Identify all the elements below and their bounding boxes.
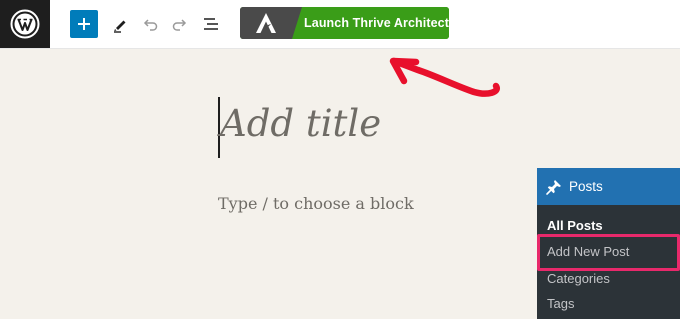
thrive-architect-logo-icon [240,7,302,39]
submenu-all-posts[interactable]: All Posts [547,218,603,233]
list-view-button[interactable] [199,12,223,36]
editor-toolbar: Launch Thrive Architect [0,0,680,49]
tools-button[interactable] [108,12,132,36]
add-new-post-highlight [537,234,680,271]
add-block-button[interactable] [70,10,98,38]
list-view-icon [204,18,218,30]
launch-thrive-architect-button[interactable]: Launch Thrive Architect [240,7,449,39]
plus-icon [78,18,90,30]
submenu-categories[interactable]: Categories [547,271,610,286]
post-title-input[interactable]: Add title [220,102,381,145]
undo-button[interactable] [138,12,162,36]
menu-item-posts[interactable]: Posts [537,168,680,205]
menu-item-posts-label: Posts [569,179,603,194]
pencil-icon [114,20,126,33]
submenu-tags[interactable]: Tags [547,296,574,311]
thrive-button-label: Launch Thrive Architect [292,7,449,39]
undo-icon [143,19,158,31]
redo-button[interactable] [168,12,192,36]
wordpress-logo-icon[interactable] [0,0,50,48]
pushpin-icon [544,177,564,197]
redo-icon [172,19,187,31]
block-appender[interactable]: Type / to choose a block [218,194,414,213]
red-arrow-annotation [389,57,500,97]
